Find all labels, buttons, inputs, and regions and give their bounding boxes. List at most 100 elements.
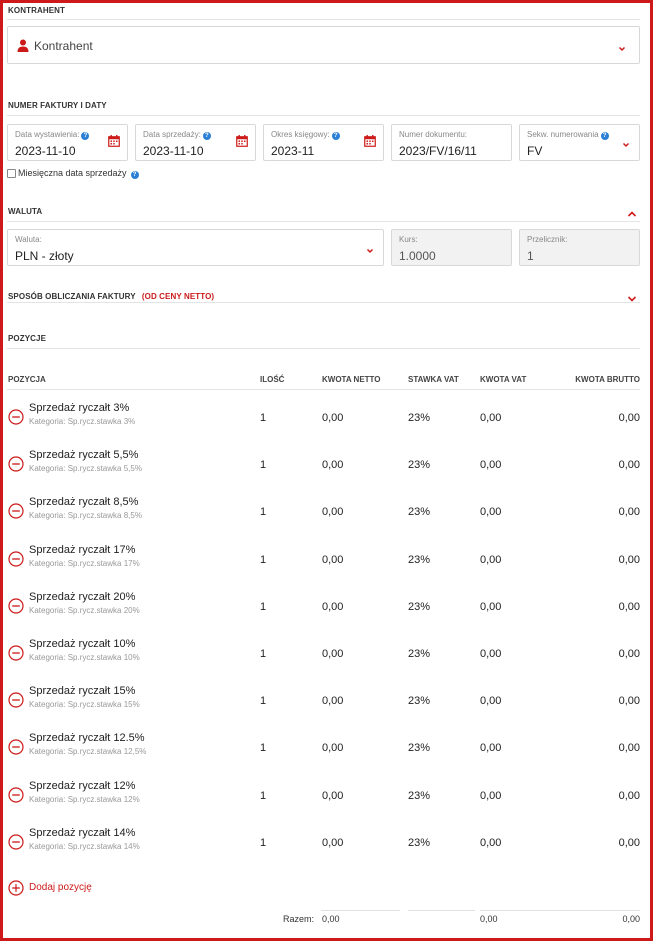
- position-net[interactable]: 0,00: [322, 695, 343, 707]
- position-gross[interactable]: 0,00: [619, 412, 640, 424]
- help-icon[interactable]: ?: [81, 132, 90, 140]
- position-vat-rate[interactable]: 23%: [408, 459, 430, 471]
- position-net[interactable]: 0,00: [322, 412, 343, 424]
- position-vat-rate[interactable]: 23%: [408, 648, 430, 660]
- position-net[interactable]: 0,00: [322, 742, 343, 754]
- divider: [7, 302, 640, 303]
- position-gross[interactable]: 0,00: [619, 837, 640, 849]
- position-vat-rate[interactable]: 23%: [408, 554, 430, 566]
- position-vat-rate[interactable]: 23%: [408, 837, 430, 849]
- position-name[interactable]: Sprzedaż ryczałt 14%: [29, 827, 135, 839]
- position-name[interactable]: Sprzedaż ryczałt 5,5%: [29, 449, 138, 461]
- calendar-icon[interactable]: [236, 135, 248, 147]
- position-name[interactable]: Sprzedaż ryczałt 10%: [29, 638, 135, 650]
- position-qty[interactable]: 1: [260, 742, 266, 754]
- position-qty[interactable]: 1: [260, 790, 266, 802]
- issue-date-field[interactable]: Data wystawienia:? 2023-11-10: [7, 124, 128, 161]
- calendar-icon[interactable]: [108, 135, 120, 147]
- currency-label: Waluta:: [15, 235, 42, 244]
- chevron-down-icon[interactable]: [627, 292, 637, 302]
- remove-position-icon[interactable]: [8, 692, 24, 708]
- position-qty[interactable]: 1: [260, 459, 266, 471]
- calendar-icon[interactable]: [364, 135, 376, 147]
- position-vat-rate[interactable]: 23%: [408, 790, 430, 802]
- calc-method-section-title[interactable]: SPOSÓB OBLICZANIA FAKTURY (OD CENY NETTO…: [8, 292, 214, 301]
- remove-position-icon[interactable]: [8, 503, 24, 519]
- position-gross[interactable]: 0,00: [619, 742, 640, 754]
- help-icon[interactable]: ?: [600, 132, 609, 140]
- accounting-period-field[interactable]: Okres księgowy:? 2023-11: [263, 124, 384, 161]
- position-qty[interactable]: 1: [260, 695, 266, 707]
- help-icon[interactable]: ?: [202, 132, 211, 140]
- remove-position-icon[interactable]: [8, 739, 24, 755]
- help-icon[interactable]: ?: [331, 132, 340, 140]
- remove-position-icon[interactable]: [8, 598, 24, 614]
- table-row: Sprzedaż ryczałt 3% Kategoria: Sp.rycz.st…: [0, 395, 653, 442]
- chevron-down-icon: [621, 138, 631, 148]
- position-net[interactable]: 0,00: [322, 790, 343, 802]
- position-qty[interactable]: 1: [260, 412, 266, 424]
- position-net[interactable]: 0,00: [322, 554, 343, 566]
- position-gross[interactable]: 0,00: [619, 601, 640, 613]
- position-category: Kategoria: Sp.rycz.stawka 12%: [29, 794, 140, 804]
- monthly-sale-date-checkbox[interactable]: [7, 169, 16, 178]
- document-number-field[interactable]: Numer dokumentu: 2023/FV/16/11: [391, 124, 512, 161]
- remove-position-icon[interactable]: [8, 645, 24, 661]
- position-vat-rate[interactable]: 23%: [408, 695, 430, 707]
- position-gross[interactable]: 0,00: [619, 459, 640, 471]
- position-qty[interactable]: 1: [260, 506, 266, 518]
- position-name[interactable]: Sprzedaż ryczałt 20%: [29, 591, 135, 603]
- position-qty[interactable]: 1: [260, 648, 266, 660]
- chevron-down-icon: [365, 244, 375, 254]
- position-category: Kategoria: Sp.rycz.stawka 10%: [29, 653, 140, 662]
- position-qty[interactable]: 1: [260, 601, 266, 613]
- remove-position-icon[interactable]: [8, 834, 24, 850]
- currency-section-title: WALUTA: [8, 207, 43, 216]
- table-row: Sprzedaż ryczałt 5,5% Kategoria: Sp.rycz.…: [0, 442, 653, 489]
- exchange-rate-value: 1.0000: [399, 249, 436, 263]
- total-divider: [321, 910, 400, 911]
- numbering-sequence-select[interactable]: Sekw. numerowania? FV: [519, 124, 640, 161]
- col-header-vat-amount: KWOTA VAT: [480, 375, 527, 384]
- position-net[interactable]: 0,00: [322, 506, 343, 518]
- position-name[interactable]: Sprzedaż ryczałt 17%: [29, 544, 135, 556]
- multiplier-value: 1: [527, 249, 534, 263]
- position-gross[interactable]: 0,00: [619, 695, 640, 707]
- position-gross[interactable]: 0,00: [619, 506, 640, 518]
- divider: [7, 115, 640, 116]
- chevron-up-icon[interactable]: [627, 207, 637, 217]
- total-divider: [480, 910, 640, 911]
- position-name[interactable]: Sprzedaż ryczałt 12%: [29, 780, 135, 792]
- remove-position-icon[interactable]: [8, 456, 24, 472]
- position-name[interactable]: Sprzedaż ryczałt 8,5%: [29, 496, 138, 508]
- remove-position-icon[interactable]: [8, 550, 24, 567]
- position-name[interactable]: Sprzedaż ryczałt 15%: [29, 685, 135, 697]
- position-vat-rate[interactable]: 23%: [408, 601, 430, 613]
- contractor-placeholder: Kontrahent: [34, 39, 93, 53]
- position-vat-rate[interactable]: 23%: [408, 412, 430, 424]
- position-category: Kategoria: Sp.rycz.stawka 15%: [29, 700, 140, 710]
- position-vat-rate[interactable]: 23%: [408, 506, 430, 518]
- position-vat-rate[interactable]: 23%: [408, 742, 430, 754]
- multiplier-field: Przelicznik: 1: [519, 229, 640, 266]
- position-gross[interactable]: 0,00: [619, 554, 640, 566]
- position-net[interactable]: 0,00: [322, 459, 343, 471]
- table-row: Sprzedaż ryczałt 14% Kategoria: Sp.rycz.s…: [0, 820, 653, 867]
- position-name[interactable]: Sprzedaż ryczałt 3%: [29, 402, 129, 414]
- position-gross[interactable]: 0,00: [619, 790, 640, 802]
- position-net[interactable]: 0,00: [322, 601, 343, 613]
- position-qty[interactable]: 1: [260, 837, 266, 849]
- position-name[interactable]: Sprzedaż ryczałt 12.5%: [29, 732, 145, 744]
- sale-date-field[interactable]: Data sprzedaży:? 2023-11-10: [135, 124, 256, 161]
- currency-select[interactable]: Waluta: PLN - złoty: [7, 229, 384, 266]
- remove-position-icon[interactable]: [8, 409, 24, 425]
- help-icon[interactable]: ?: [130, 171, 139, 179]
- position-gross[interactable]: 0,00: [619, 648, 640, 660]
- table-row: Sprzedaż ryczałt 10% Kategoria: Sp.rycz.s…: [0, 631, 653, 678]
- remove-position-icon[interactable]: [8, 786, 24, 803]
- position-qty[interactable]: 1: [260, 554, 266, 566]
- position-vat-amount: 0,00: [480, 836, 502, 849]
- contractor-select[interactable]: Kontrahent: [7, 26, 640, 64]
- position-net[interactable]: 0,00: [322, 648, 343, 660]
- position-net[interactable]: 0,00: [322, 837, 343, 849]
